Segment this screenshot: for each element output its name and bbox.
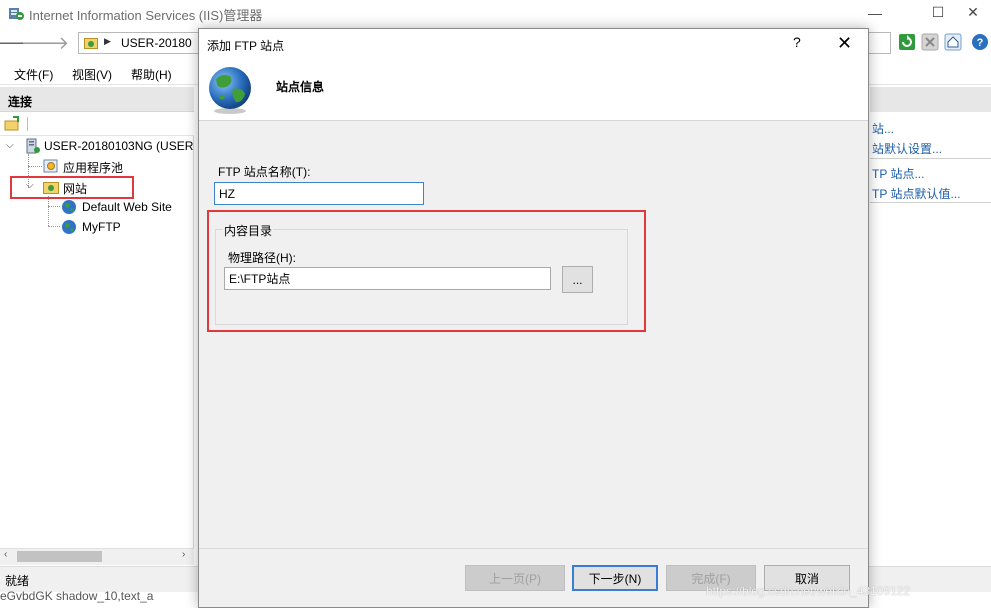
action-link-ftp-defaults[interactable]: TP 站点默认值... (872, 185, 960, 202)
tree-item-app-pools[interactable]: 应用程序池 (63, 159, 123, 176)
window-title: Internet Information Services (IIS)管理器 (29, 8, 263, 23)
server-icon (26, 138, 40, 154)
actions-divider (870, 202, 991, 203)
tree-item-myftp[interactable]: MyFTP (82, 220, 121, 234)
dialog-title: 添加 FTP 站点 (207, 39, 285, 53)
connections-toolbar (0, 113, 194, 136)
tree-line (48, 196, 49, 226)
folder-icon (84, 38, 98, 49)
forward-arrow-icon[interactable]: 🡒 (21, 32, 69, 54)
tree-line (28, 166, 42, 167)
tree-item-server[interactable]: USER-20180103NG (USER (44, 139, 193, 153)
highlight-box-sites (10, 176, 134, 199)
previous-button[interactable]: 上一页(P) (465, 565, 565, 591)
iis-app-icon (9, 8, 24, 20)
expand-chevron-icon[interactable]: ⌵ (6, 140, 14, 151)
background-text-fragment: eGvbdGK shadow_10,text_a (0, 589, 154, 603)
toolbar-divider (27, 117, 28, 131)
site-name-label: FTP 站点名称(T): (218, 165, 311, 179)
dialog-title-bar (199, 29, 868, 59)
menu-file[interactable]: 文件(F) (14, 66, 53, 83)
action-link-site-defaults[interactable]: 站默认设置... (872, 140, 942, 157)
watermark-text: https://blog.csdn.net/weixin_43109122 (706, 584, 911, 598)
breadcrumb-arrow-icon: ▶ (104, 36, 111, 46)
status-text: 就绪 (5, 574, 30, 588)
stop-icon[interactable] (921, 33, 939, 51)
minimize-button[interactable]: — (852, 0, 898, 25)
tree-item-default-site[interactable]: Default Web Site (82, 200, 172, 214)
menu-help[interactable]: 帮助(H) (131, 66, 172, 83)
tree-line (48, 226, 60, 227)
connections-title: 连接 (8, 95, 33, 109)
address-path: USER-20180 (121, 36, 192, 50)
tree-line (48, 206, 60, 207)
action-link-ftp-site[interactable]: TP 站点... (872, 165, 924, 182)
scroll-left-icon[interactable]: ‹ (4, 549, 7, 560)
app-pool-icon (43, 159, 58, 173)
scrollbar-thumb[interactable] (17, 551, 102, 562)
actions-header (870, 87, 991, 112)
globe-icon (209, 67, 251, 114)
dialog-close-button[interactable]: ✕ (837, 33, 852, 54)
next-button[interactable]: 下一步(N) (572, 565, 658, 591)
refresh-icon[interactable] (898, 33, 916, 51)
highlight-box-content-directory (207, 210, 646, 332)
scroll-right-icon[interactable]: › (182, 549, 185, 560)
address-dropdown[interactable] (868, 32, 891, 54)
dialog-help-button[interactable]: ? (793, 34, 801, 50)
help-icon[interactable]: ? (971, 33, 989, 51)
actions-divider (870, 158, 991, 159)
close-window-button[interactable]: ✕ (950, 0, 991, 25)
dialog-heading: 站点信息 (276, 80, 325, 94)
action-link-sites[interactable]: 站... (872, 120, 894, 137)
globe-icon (62, 200, 76, 214)
svg-text:?: ? (977, 37, 984, 49)
dialog-footer-divider (199, 548, 868, 549)
connect-icon[interactable] (4, 116, 20, 132)
site-name-input[interactable] (214, 182, 424, 205)
home-icon[interactable] (944, 33, 962, 51)
globe-icon (62, 220, 76, 234)
menu-view[interactable]: 视图(V) (72, 66, 112, 83)
